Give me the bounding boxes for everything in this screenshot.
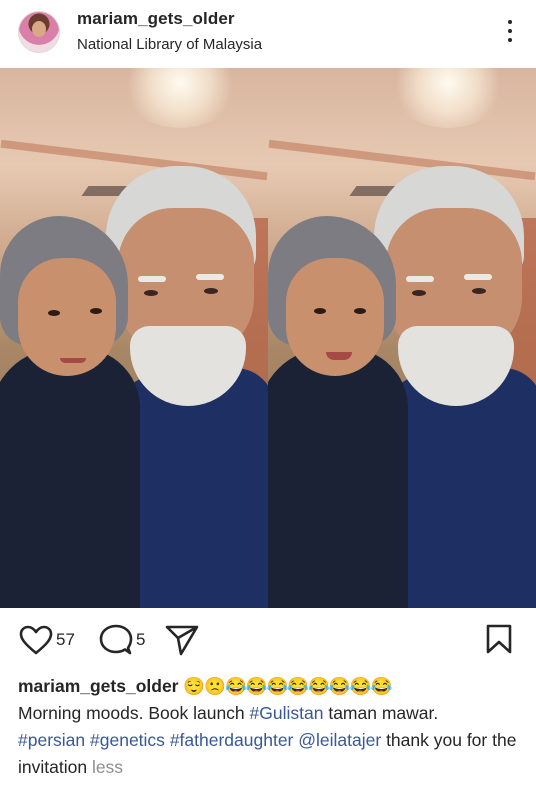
post-header: mariam_gets_older National Library of Ma… (0, 0, 536, 68)
avatar[interactable] (18, 11, 60, 53)
post-caption: mariam_gets_older 😌🙁😂😂😂😂😂😂😂😂 Morning moo… (18, 673, 523, 781)
comment-count[interactable]: 5 (136, 630, 145, 650)
caption-text: Morning moods. Book launch (18, 703, 250, 723)
hashtag-persian[interactable]: #persian (18, 730, 85, 750)
post-location[interactable]: National Library of Malaysia (77, 36, 262, 53)
hashtag-fatherdaughter[interactable]: #fatherdaughter (170, 730, 294, 750)
post-photo[interactable] (0, 68, 536, 608)
mention-leilatajer[interactable]: @leilatajer (298, 730, 381, 750)
less-link[interactable]: less (92, 757, 123, 777)
send-icon (165, 625, 199, 656)
caption-text-2: taman mawar. (323, 703, 439, 723)
post-username[interactable]: mariam_gets_older (77, 9, 235, 29)
action-bar: 57 5 (0, 620, 536, 664)
comment-icon (99, 624, 133, 655)
caption-emojis: 😌🙁😂😂😂😂😂😂😂😂 (183, 676, 392, 696)
like-count[interactable]: 57 (56, 630, 75, 650)
photo-panel-right (268, 68, 536, 608)
more-options-icon[interactable] (504, 20, 516, 46)
like-button[interactable]: 57 (19, 620, 75, 660)
caption-username[interactable]: mariam_gets_older (18, 676, 179, 696)
heart-icon (19, 625, 53, 655)
comment-button[interactable]: 5 (99, 620, 145, 660)
hashtag-genetics[interactable]: #genetics (90, 730, 165, 750)
share-button[interactable] (164, 620, 200, 660)
photo-panel-left (0, 68, 268, 608)
save-button[interactable] (485, 624, 513, 659)
hashtag-gulistan[interactable]: #Gulistan (250, 703, 324, 723)
bookmark-icon (486, 624, 512, 654)
